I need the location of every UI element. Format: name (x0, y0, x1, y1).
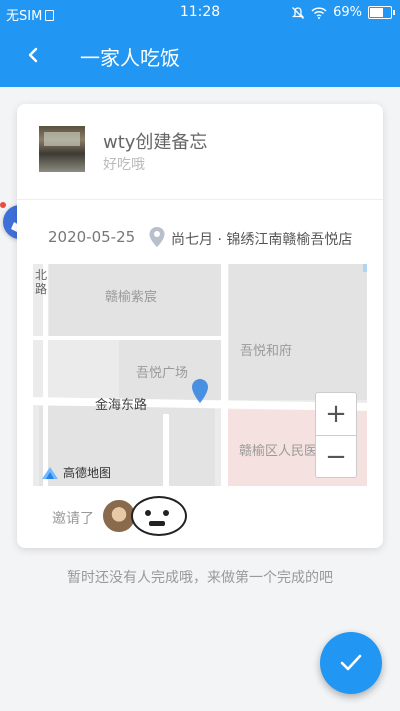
memo-location[interactable]: 尚七月 · 锦绣江南赣榆吾悦店 (171, 229, 352, 249)
map-marker-icon[interactable] (191, 378, 209, 404)
status-icons: 69% (291, 5, 395, 20)
map-label: 金海东路 (95, 398, 148, 413)
map-label: 吾悦和府 (240, 344, 293, 359)
invite-label: 邀请了 (52, 511, 94, 527)
page-title: 一家人吃饭 (80, 46, 180, 70)
location-map[interactable]: 北路 赣榆紫宸 吾悦和府 吾悦广场 金海东路 赣榆区人民医院 + − 高德地图 (33, 264, 367, 486)
map-label: 北路 (35, 268, 48, 296)
divider (17, 199, 383, 200)
map-water (363, 264, 367, 272)
wifi-icon (311, 6, 327, 19)
map-label: 吾悦广场 (136, 366, 189, 381)
zoom-in-button[interactable]: + (316, 393, 356, 435)
map-label: 赣榆紫宸 (105, 290, 158, 305)
map-zoom-control: + − (315, 392, 357, 478)
location-pin-icon (149, 227, 165, 247)
status-bar: 无SIM 11:28 69% (0, 0, 400, 26)
complete-button[interactable] (320, 632, 382, 694)
battery-icon (368, 6, 395, 19)
map-block (229, 264, 367, 400)
map-road (43, 264, 48, 486)
map-road (221, 264, 228, 486)
mute-icon (292, 6, 305, 19)
chevron-left-icon (28, 47, 38, 63)
memo-date: 2020-05-25 (48, 228, 136, 246)
map-logo: 高德地图 (41, 464, 111, 481)
memo-subtitle: 好吃哦 (103, 157, 145, 173)
memo-card: wty创建备忘 好吃哦 2020-05-25 尚七月 · 锦绣江南赣榆吾悦店 北… (17, 104, 383, 548)
map-road (33, 336, 225, 340)
back-button[interactable] (18, 40, 48, 70)
zoom-out-button[interactable]: − (316, 435, 356, 478)
empty-hint: 暂时还没有人完成哦，来做第一个完成的吧 (67, 570, 333, 586)
amap-logo-icon (42, 466, 58, 479)
map-road (163, 414, 169, 486)
memo-thumbnail[interactable] (39, 126, 85, 172)
app-bar: 一家人吃饭 (0, 26, 400, 87)
memo-title: wty创建备忘 (103, 132, 208, 153)
battery-percent: 69% (333, 5, 362, 20)
map-logo-text: 高德地图 (63, 466, 112, 480)
check-icon (340, 654, 362, 671)
avatar[interactable] (131, 496, 187, 536)
